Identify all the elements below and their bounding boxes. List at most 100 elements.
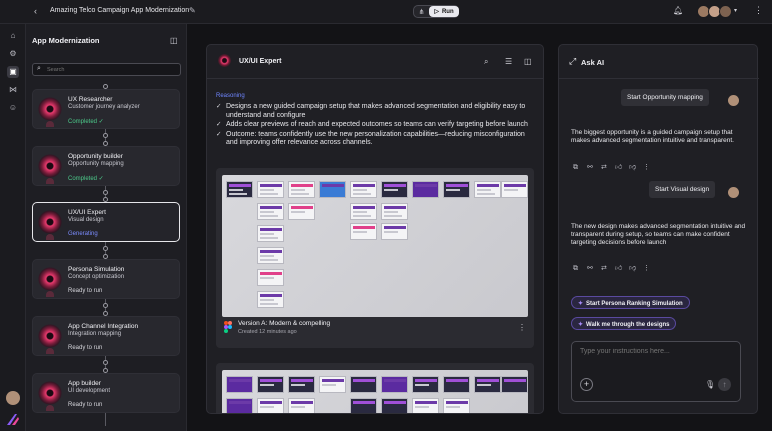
link-icon[interactable]: ⚯ xyxy=(587,163,601,171)
screen-thumbnail xyxy=(288,376,315,393)
thumbs-down-icon[interactable]: 👎︎ xyxy=(629,263,643,272)
microphone-icon[interactable]: 🎙︎ xyxy=(705,380,715,389)
design-canvas-preview[interactable] xyxy=(222,175,528,317)
connector-dot xyxy=(103,133,108,138)
share-icon[interactable]: ⋔ xyxy=(414,6,429,17)
suggestion-chip[interactable]: ✦ Walk me through the designs xyxy=(571,317,677,330)
design-version-card[interactable]: Version A: Modern & compelling Created 1… xyxy=(216,168,534,348)
screen-thumbnail xyxy=(350,398,377,413)
collapse-sidebar-icon[interactable]: ◫ xyxy=(170,36,178,45)
agent-orb-icon xyxy=(38,324,62,354)
step-status: Ready to run xyxy=(68,402,103,408)
brand-logo-icon xyxy=(7,414,19,425)
screen-thumbnail xyxy=(443,376,470,393)
step-card-app-builder[interactable]: App builder UI development Ready to run xyxy=(32,373,180,413)
back-arrow-icon[interactable]: ‹ xyxy=(34,6,37,16)
thumbs-up-icon[interactable]: 👍︎ xyxy=(615,162,629,171)
step-subtitle: Concept optimization xyxy=(68,274,125,280)
screen-thumbnail xyxy=(381,376,408,393)
step-title: Opportunity builder xyxy=(68,153,123,160)
step-title: App Channel Integration xyxy=(68,323,139,330)
network-icon[interactable]: ⋈ xyxy=(7,84,19,96)
projects-icon[interactable]: ▣ xyxy=(7,66,19,78)
agent-orb-icon xyxy=(38,97,62,127)
more-options-icon[interactable]: ⋮ xyxy=(518,323,526,332)
check-icon: ✓ xyxy=(216,130,222,138)
step-card-opportunity-builder[interactable]: Opportunity builder Opportunity mapping … xyxy=(32,146,180,186)
connector-dot xyxy=(103,303,108,308)
step-title: UX Researcher xyxy=(68,96,113,103)
thumbs-up-icon[interactable]: 👍︎ xyxy=(615,263,629,272)
thumbs-down-icon[interactable]: 👎︎ xyxy=(629,162,643,171)
search-icon[interactable]: ⌕ xyxy=(484,57,488,67)
edit-pencil-icon[interactable]: ✎ xyxy=(189,6,196,15)
search-box: ⌕ xyxy=(32,63,181,76)
screen-thumbnail xyxy=(381,181,408,198)
list-icon[interactable]: ☰ xyxy=(505,57,512,66)
run-label: Run xyxy=(441,8,454,15)
avatar xyxy=(728,187,739,198)
panel-toggle-icon[interactable]: ◫ xyxy=(524,57,532,66)
avatar[interactable] xyxy=(6,391,20,405)
step-status: Ready to run xyxy=(68,345,103,351)
suggestion-chip[interactable]: ✦ Start Persona Ranking Simulation xyxy=(571,296,690,309)
screen-thumbnail xyxy=(412,376,439,393)
gear-icon[interactable]: ⚙ xyxy=(7,48,19,60)
users-icon[interactable]: ☺ xyxy=(7,102,19,114)
home-icon[interactable]: ⌂ xyxy=(7,30,19,42)
bell-icon[interactable]: 🔔︎ xyxy=(673,6,683,15)
connector-dot xyxy=(103,360,108,365)
instructions-input[interactable] xyxy=(580,348,734,368)
sparkle-icon: ✦ xyxy=(578,301,584,307)
user-message: Start Visual design xyxy=(649,181,716,198)
more-options-icon[interactable]: ⋮ xyxy=(754,5,763,16)
ai-message: The biggest opportunity is a guided camp… xyxy=(571,129,734,144)
screen-thumbnail xyxy=(381,398,408,413)
add-attachment-button[interactable]: + xyxy=(580,378,593,391)
figma-icon xyxy=(224,321,232,333)
connector-dot xyxy=(103,190,108,195)
screen-thumbnail xyxy=(257,203,284,220)
step-card-app-channel-integration[interactable]: App Channel Integration Integration mapp… xyxy=(32,316,180,356)
design-canvas-preview[interactable] xyxy=(222,370,528,413)
step-subtitle: Visual design xyxy=(68,217,104,223)
avatar xyxy=(719,5,732,18)
link-icon[interactable]: ⚯ xyxy=(587,264,601,272)
step-status: Completed ✓ xyxy=(68,176,104,182)
screen-thumbnail xyxy=(443,181,470,198)
screen-thumbnail xyxy=(350,223,377,240)
step-title: App builder xyxy=(68,380,101,387)
run-button[interactable]: ▷ Run xyxy=(429,6,459,17)
check-icon: ✓ xyxy=(216,121,222,128)
step-card-ux-researcher[interactable]: UX Researcher Customer journey analyzer … xyxy=(32,89,180,129)
retry-icon[interactable]: ⇄ xyxy=(601,264,615,272)
copy-icon[interactable]: ⧉ xyxy=(573,164,587,172)
send-button[interactable]: ↑ xyxy=(718,378,731,391)
reasoning-label[interactable]: Reasoning xyxy=(216,93,245,99)
workflow-sidebar: App Modernization ◫ ⌕ UX Researcher Cust… xyxy=(26,24,187,431)
copy-icon[interactable]: ⧉ xyxy=(573,265,587,273)
step-card-ux-ui-expert[interactable]: UX/UI Expert Visual design Generating xyxy=(32,202,180,242)
more-options-icon[interactable]: ⋮ xyxy=(643,163,657,171)
chat-composer: + 🎙︎ ↑ xyxy=(571,341,741,402)
more-options-icon[interactable]: ⋮ xyxy=(643,264,657,272)
screen-thumbnail xyxy=(319,376,346,393)
panel-title: UX/UI Expert xyxy=(239,58,282,65)
step-card-persona-simulation[interactable]: Persona Simulation Concept optimization … xyxy=(32,259,180,299)
screen-thumbnail xyxy=(501,181,528,198)
sparkle-icon: ✦ xyxy=(578,322,584,328)
screen-thumbnail xyxy=(226,398,253,413)
retry-icon[interactable]: ⇄ xyxy=(601,163,615,171)
view-run-toggle: ⋔ ▷ Run xyxy=(413,5,459,18)
step-subtitle: Customer journey analyzer xyxy=(68,104,140,110)
screen-thumbnail xyxy=(257,247,284,264)
version-timestamp: Created 12 minutes ago xyxy=(238,329,297,335)
step-subtitle: Integration mapping xyxy=(68,331,122,337)
screen-thumbnail xyxy=(319,181,346,198)
message-actions: ⧉ ⚯ ⇄ 👍︎ 👎︎ ⋮ xyxy=(573,263,657,273)
search-input[interactable] xyxy=(47,65,177,75)
design-version-card[interactable] xyxy=(216,363,534,413)
step-title: Persona Simulation xyxy=(68,266,125,273)
screen-thumbnail xyxy=(288,398,315,413)
chevron-down-icon[interactable]: ▾ xyxy=(734,7,737,14)
